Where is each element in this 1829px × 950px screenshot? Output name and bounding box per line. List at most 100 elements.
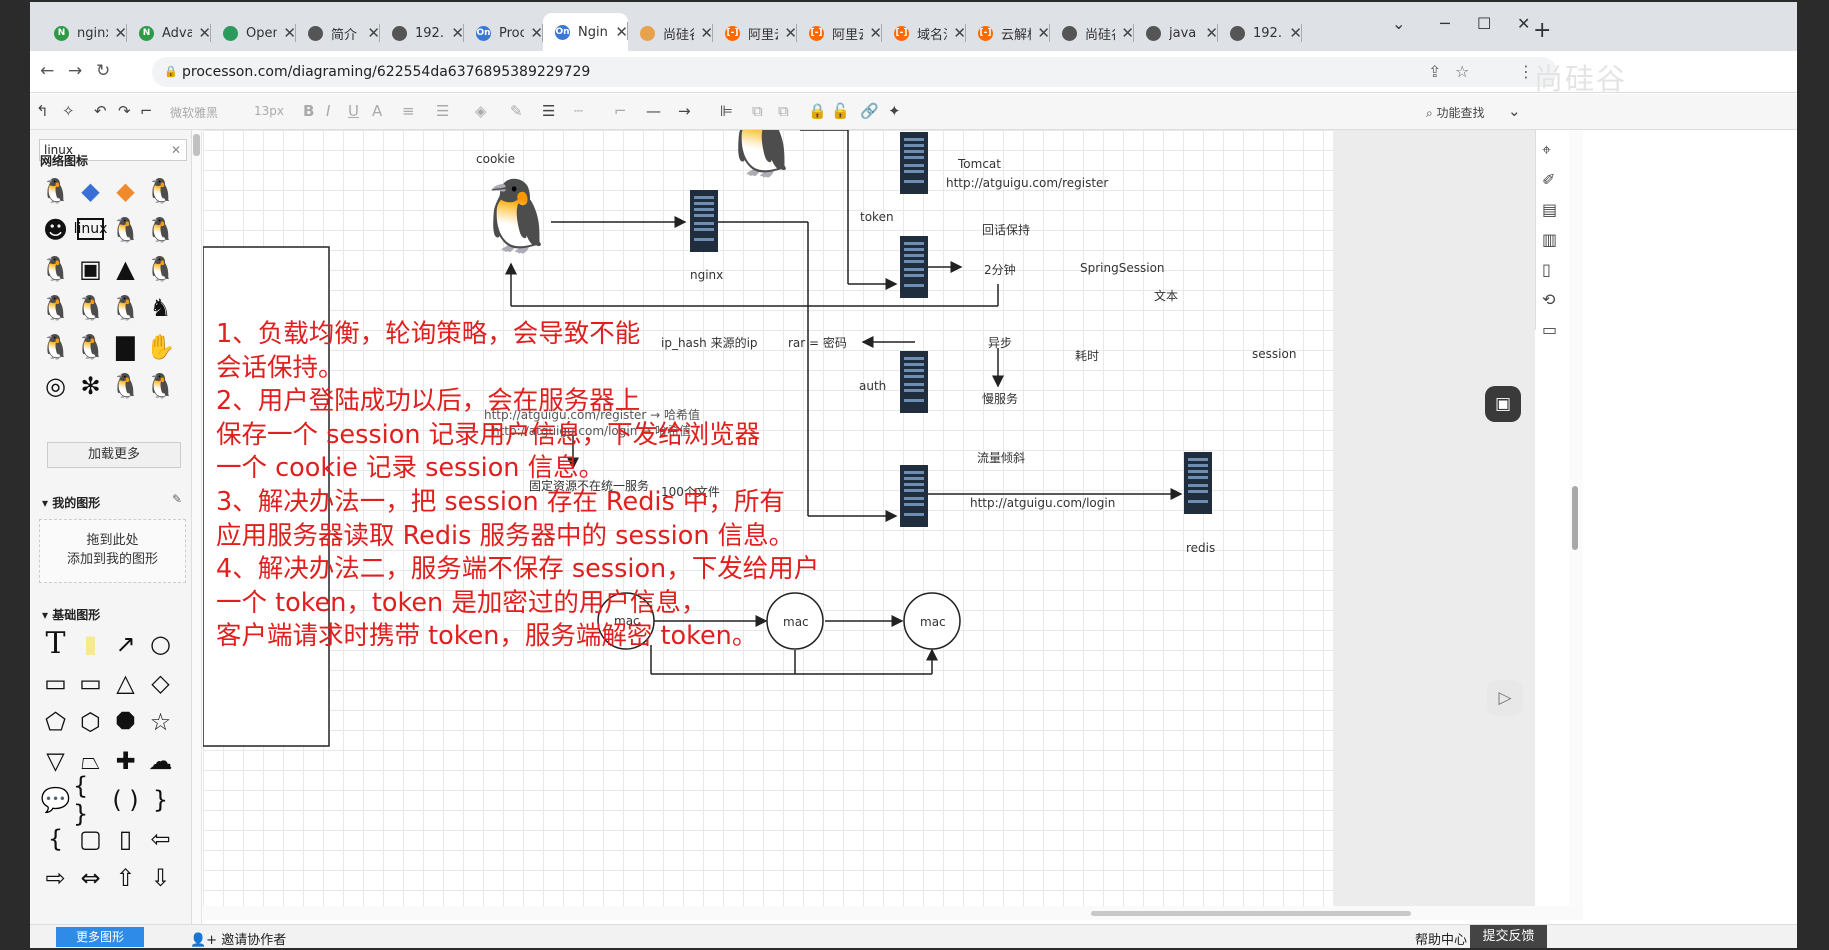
arrow-style-icon[interactable]: →	[678, 102, 691, 120]
line-width-icon[interactable]: ☰	[542, 102, 555, 120]
client-penguin-icon[interactable]: 🐧	[473, 176, 560, 256]
browser-tab[interactable]: [-] 云解析 ✕	[966, 15, 1050, 51]
right-arrow-icon[interactable]: ⇨	[38, 860, 73, 895]
linux-penguin-icon[interactable]: 🐧	[38, 329, 73, 364]
top-penguin-icon[interactable]: 🐧	[718, 130, 805, 180]
video-play-icon[interactable]: ▷	[1487, 680, 1523, 716]
down-arrow-icon[interactable]: ⇩	[143, 860, 178, 895]
align-icon[interactable]: ≡	[402, 102, 415, 120]
tab-close-icon[interactable]: ✕	[1205, 24, 1218, 42]
linux-face-icon[interactable]: ☻	[38, 212, 73, 247]
cube-orange-icon[interactable]: ◆	[108, 173, 143, 208]
linux-penguin-icon[interactable]: 🐧	[108, 290, 143, 325]
linux-penguin-icon[interactable]: 🐧	[108, 368, 143, 403]
cloud-icon[interactable]: ☁	[143, 743, 178, 778]
redis-server-icon[interactable]	[1184, 452, 1212, 514]
left-panel-scrollbar[interactable]	[192, 130, 202, 924]
browser-tab[interactable]: Open ✕	[211, 15, 296, 51]
italic-icon[interactable]: I	[326, 102, 330, 120]
align-objects-icon[interactable]: ⊫	[720, 102, 733, 120]
navigator-icon[interactable]: ⌖	[1542, 140, 1551, 160]
data-icon[interactable]: ▤	[1542, 200, 1557, 219]
arch-linux-icon[interactable]: ▲	[108, 251, 143, 286]
browser-tab[interactable]: 简介 ✕	[296, 15, 380, 51]
linux-penguin-icon[interactable]: 🐧	[73, 329, 108, 364]
text-tool-icon[interactable]: T	[38, 626, 73, 661]
diamond-icon[interactable]: ◇	[143, 665, 178, 700]
left-scroll-thumb[interactable]	[193, 134, 200, 156]
close-window-button[interactable]: ✕	[1517, 14, 1530, 33]
invite-collaborator-button[interactable]: 👤+ 邀请协作者	[190, 929, 286, 948]
pentagon-icon[interactable]: ⬠	[38, 704, 73, 739]
tab-close-icon[interactable]: ✕	[1037, 24, 1050, 42]
tab-close-icon[interactable]: ✕	[1289, 24, 1302, 42]
browser-tab[interactable]: Nnginx ✕	[42, 15, 127, 51]
document-icon[interactable]: ▯	[108, 821, 143, 856]
linux-penguin-icon[interactable]: 🐧	[143, 212, 178, 247]
left-brace-icon[interactable]: {	[38, 821, 73, 856]
rectangle-icon[interactable]: ▭	[38, 665, 73, 700]
brace-pair-icon[interactable]: { }	[73, 772, 108, 828]
underline-icon[interactable]: U	[348, 102, 359, 120]
circle-logo-icon[interactable]: ◎	[38, 368, 73, 403]
nginx-server-icon[interactable]	[690, 190, 718, 252]
redo-icon[interactable]: ↷	[118, 102, 131, 120]
v-scroll-thumb[interactable]	[1572, 486, 1578, 550]
tab-close-icon[interactable]: ✕	[530, 24, 543, 42]
lock-shape-icon[interactable]: 🔒	[808, 102, 827, 120]
cross-icon[interactable]: ✚	[108, 743, 143, 778]
tab-close-icon[interactable]: ✕	[784, 24, 797, 42]
tab-close-icon[interactable]: ✕	[869, 24, 882, 42]
browser-tab[interactable]: N Adva ✕	[127, 15, 211, 51]
line-end-icon[interactable]: —	[646, 102, 661, 120]
line-color-icon[interactable]: ✎	[510, 102, 523, 120]
format-painter-icon[interactable]: ✧	[62, 102, 75, 120]
line-spacing-icon[interactable]: ☰	[436, 102, 449, 120]
linux-penguin-icon[interactable]: 🐧	[38, 290, 73, 325]
undo-icon[interactable]: ↶	[94, 102, 107, 120]
gear-logo-icon[interactable]: ✻	[73, 368, 108, 403]
magic-wand-icon[interactable]: ✦	[888, 102, 901, 120]
browser-tab[interactable]: 尚硅谷 ✕	[1050, 15, 1134, 51]
bring-front-icon[interactable]: ⧉	[752, 102, 763, 120]
my-shapes-dropzone[interactable]: 拖到此处 添加到我的图形	[39, 519, 186, 583]
triangle-icon[interactable]: △	[108, 665, 143, 700]
load-more-button[interactable]: 加载更多	[47, 442, 181, 468]
gnu-icon[interactable]: ♞	[143, 290, 178, 325]
page-icon[interactable]: ▥	[1542, 230, 1557, 249]
document-icon[interactable]: ▯	[1542, 260, 1551, 279]
float-expand-icon[interactable]: ▣	[1485, 386, 1521, 422]
line-style-icon[interactable]: ┄	[574, 102, 583, 120]
hexagon-icon[interactable]: ⬡	[73, 704, 108, 739]
section-basic-shapes[interactable]: ▾ 基础图形	[42, 606, 100, 623]
star-icon[interactable]: ☆	[143, 704, 178, 739]
tomcat-server-icon[interactable]	[900, 132, 928, 194]
note-icon[interactable]: ▮	[73, 626, 108, 661]
linux-penguin-icon[interactable]: 🐧	[38, 173, 73, 208]
octagon-icon[interactable]: ⯃	[108, 704, 143, 739]
feedback-button[interactable]: 提交反馈	[1470, 925, 1547, 948]
down-pentagon-icon[interactable]: ▽	[38, 743, 73, 778]
linux-box-icon[interactable]: linux	[74, 218, 107, 240]
tab-close-icon[interactable]: ✕	[367, 24, 380, 42]
style-panel-icon[interactable]: ✐	[1542, 170, 1555, 189]
browser-tab[interactable]: [-] 阿里云 ✕	[797, 15, 882, 51]
linux-penguin-icon[interactable]: 🐧	[73, 290, 108, 325]
h-scroll-thumb[interactable]	[1091, 911, 1411, 916]
browser-tab[interactable]: [-] 阿里云 ✕	[713, 15, 797, 51]
maximize-button[interactable]: ☐	[1477, 14, 1491, 33]
browser-tab[interactable]: 192.1 ✕	[380, 15, 464, 51]
reload-icon[interactable]: ↻	[96, 61, 110, 81]
tab-close-icon[interactable]: ✕	[953, 24, 966, 42]
send-back-icon[interactable]: ⧉	[778, 102, 789, 120]
url-input[interactable]: 🔒 processon.com/diagraming/622554da637689…	[152, 57, 1557, 87]
browser-tab[interactable]: On Proce ✕	[464, 15, 543, 51]
share-icon[interactable]: ⇪	[1428, 62, 1441, 81]
linux-penguin-icon[interactable]: 🐧	[143, 368, 178, 403]
feature-search-button[interactable]: ⌕ 功能查找	[1426, 104, 1485, 121]
tab-close-icon[interactable]: ✕	[615, 23, 628, 41]
comment-icon[interactable]: ▭	[1542, 320, 1557, 339]
rounded-rect-icon[interactable]: ▭	[73, 665, 108, 700]
new-tab-button[interactable]: +	[1533, 18, 1551, 43]
link-icon[interactable]: 🔗	[860, 102, 879, 120]
